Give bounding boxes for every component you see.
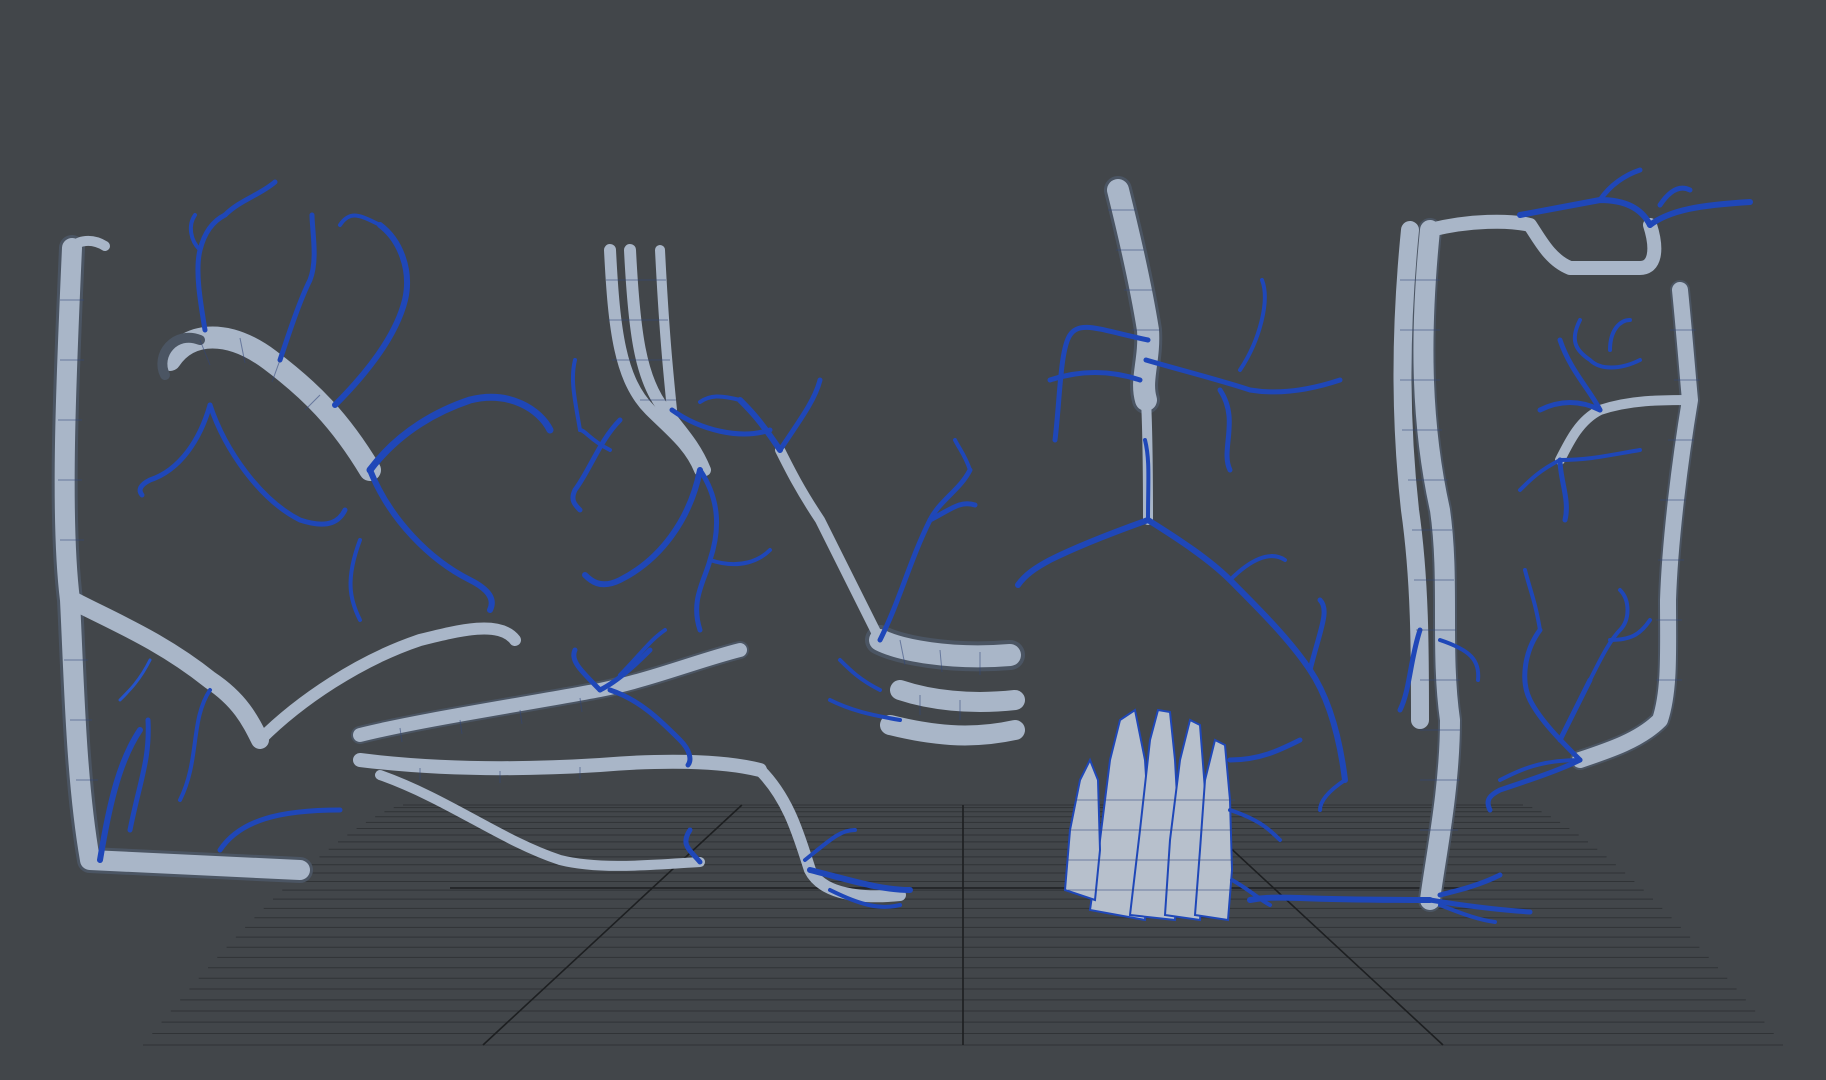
roots-far-right[interactable] (1485, 280, 1700, 813)
scene-canvas[interactable] (0, 0, 1826, 1080)
branching-roots-left[interactable] (137, 179, 554, 613)
curled-branch-center-left[interactable] (351, 628, 913, 909)
3d-viewport[interactable] (0, 0, 1826, 1080)
twisted-pillar-right-center[interactable] (1015, 176, 1348, 812)
ground-grid (143, 804, 1783, 1046)
root-tangle-center[interactable] (570, 244, 773, 633)
